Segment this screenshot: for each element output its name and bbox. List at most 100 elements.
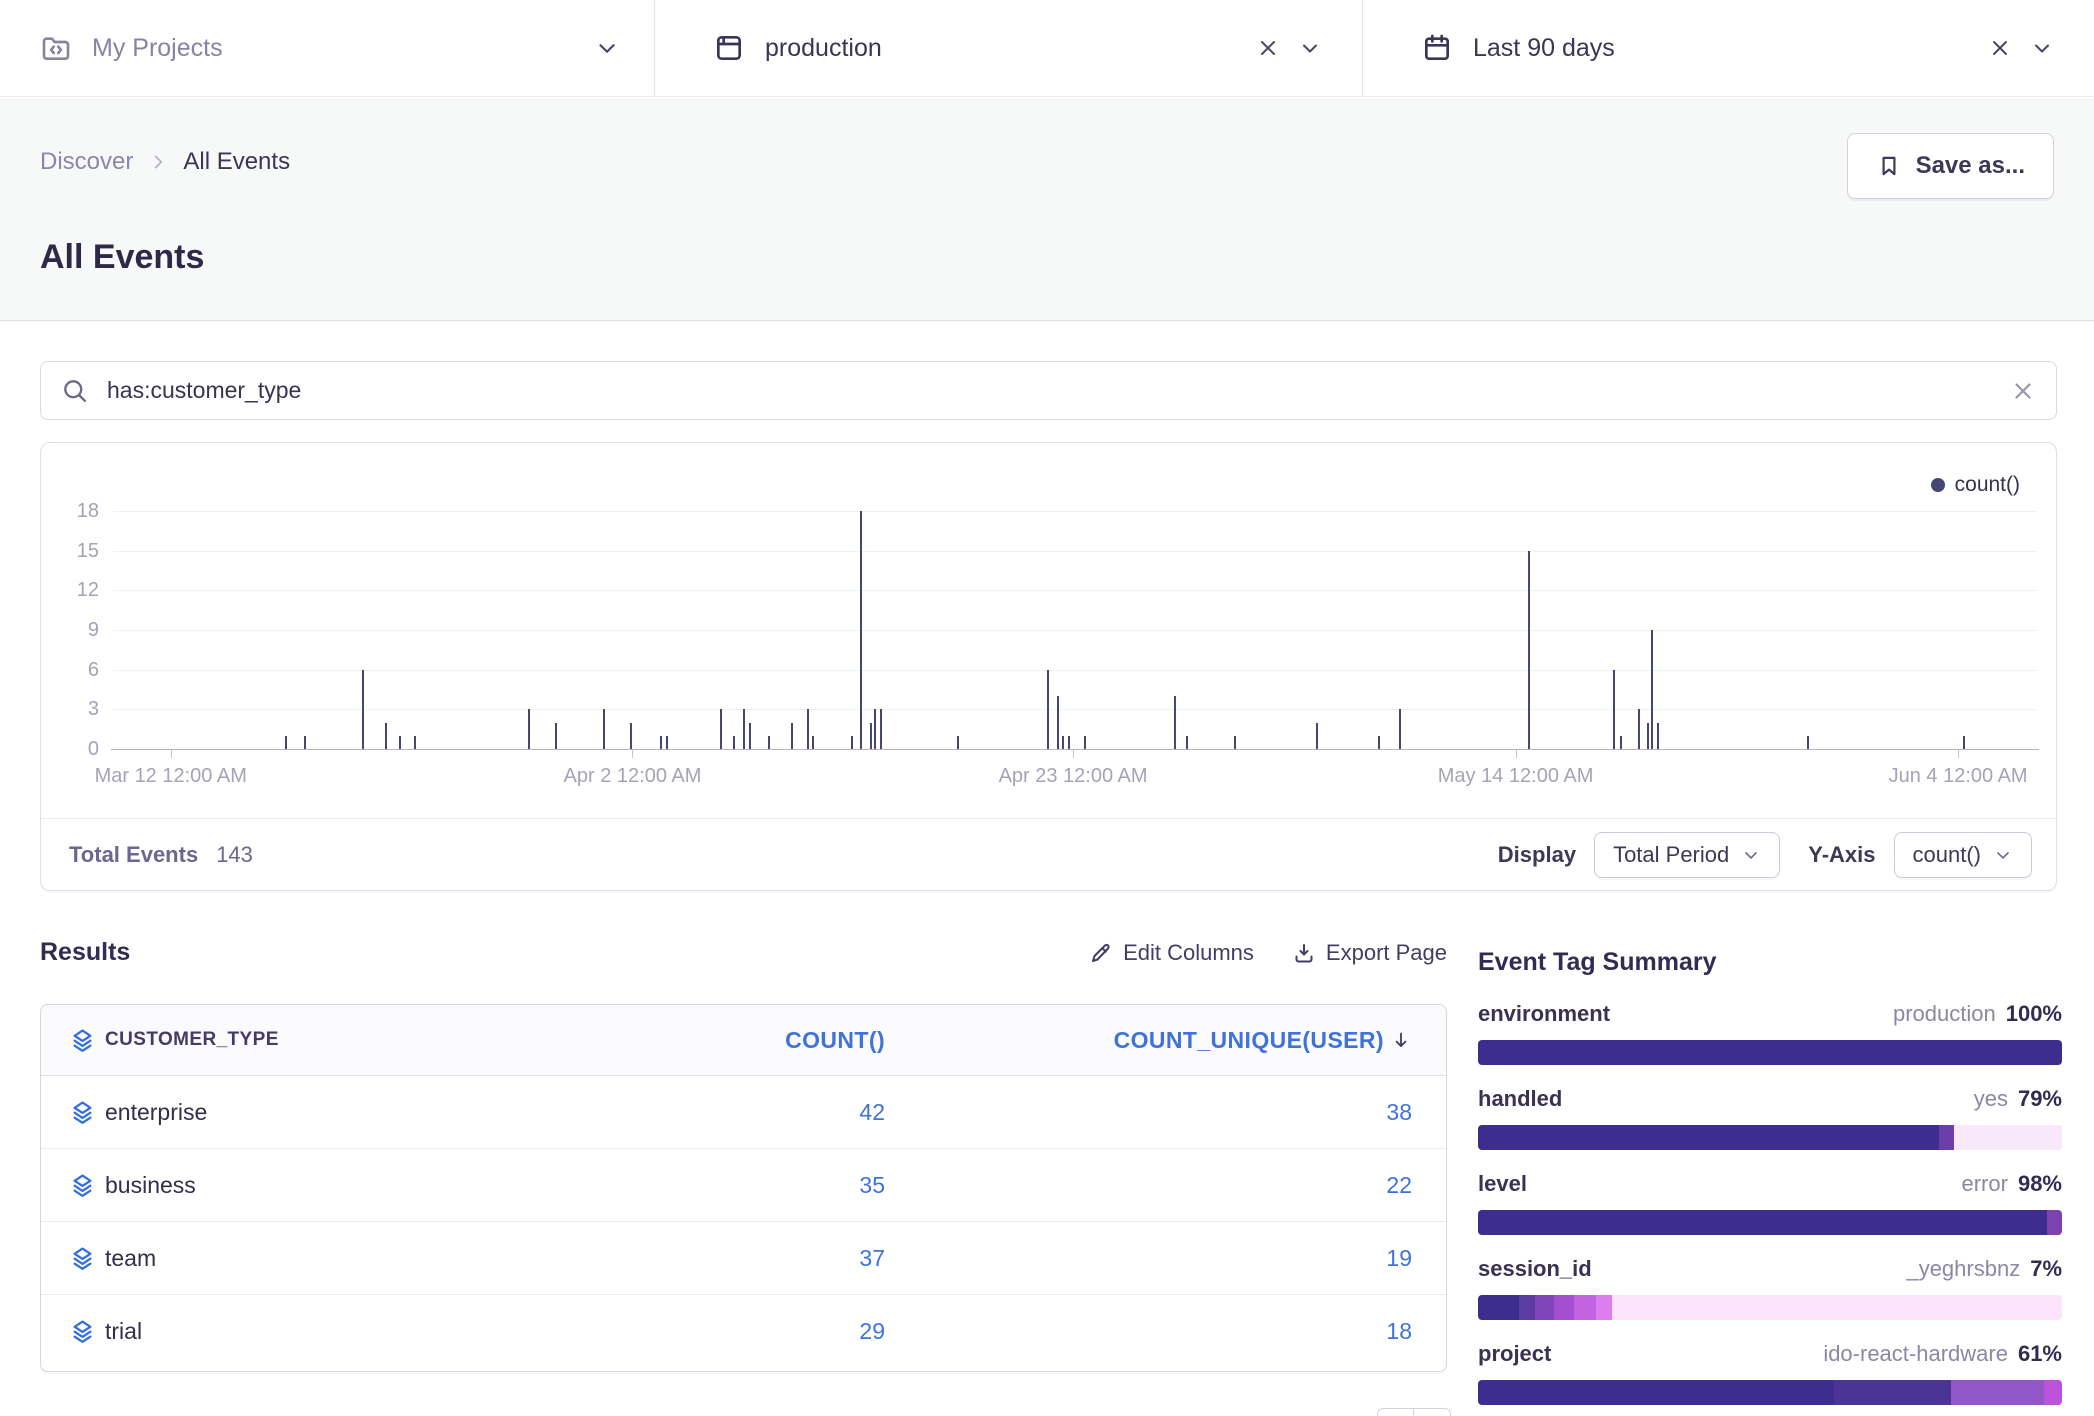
chart-bar[interactable] <box>666 736 668 749</box>
chart-bar[interactable] <box>660 736 662 749</box>
chart-bar[interactable] <box>1378 736 1380 749</box>
y-axis-dropdown[interactable]: count() <box>1894 832 2032 878</box>
tag-distribution-bar[interactable] <box>1478 1380 2062 1405</box>
environment-chevron-down-icon[interactable] <box>1298 36 1322 60</box>
chart-bar[interactable] <box>1399 709 1401 749</box>
x-axis-tick-label: Jun 4 12:00 AM <box>1838 765 2078 788</box>
chart-bar[interactable] <box>720 709 722 749</box>
count-unique-cell[interactable]: 38 <box>885 1099 1412 1126</box>
tag-distribution-bar[interactable] <box>1478 1125 2062 1150</box>
chart-bar[interactable] <box>1638 709 1640 749</box>
chart-bar[interactable] <box>399 736 401 749</box>
chart-bar[interactable] <box>860 511 862 749</box>
display-dropdown[interactable]: Total Period <box>1594 832 1780 878</box>
column-header-customer-type[interactable]: CUSTOMER_TYPE <box>105 1029 585 1051</box>
chart-bar[interactable] <box>362 670 364 749</box>
table-row[interactable]: trial2918 <box>41 1295 1446 1368</box>
total-events-value: 143 <box>216 842 253 868</box>
breadcrumb-discover-link[interactable]: Discover <box>40 148 133 176</box>
chart-bar[interactable] <box>880 709 882 749</box>
chart-bar[interactable] <box>414 736 416 749</box>
search-clear-icon[interactable] <box>2010 378 2036 404</box>
tag-distribution-bar[interactable] <box>1478 1040 2062 1065</box>
chart-bar[interactable] <box>749 723 751 749</box>
chart-bar[interactable] <box>528 709 530 749</box>
table-row[interactable]: team3719 <box>41 1222 1446 1295</box>
chart-bar[interactable] <box>603 709 605 749</box>
sort-descending-icon <box>1390 1029 1412 1051</box>
chart-bar[interactable] <box>555 723 557 749</box>
count-unique-cell[interactable]: 22 <box>885 1172 1412 1199</box>
table-row[interactable]: business3522 <box>41 1149 1446 1222</box>
chart-bar[interactable] <box>1174 696 1176 749</box>
previous-page-button[interactable] <box>1377 1408 1414 1416</box>
export-page-button[interactable]: Export Page <box>1292 940 1447 966</box>
table-row[interactable]: enterprise4238 <box>41 1076 1446 1149</box>
environment-clear-icon[interactable] <box>1256 36 1280 60</box>
chart-bar[interactable] <box>1657 723 1659 749</box>
date-range-selector[interactable]: Last 90 days <box>1363 0 2094 96</box>
chart-bar[interactable] <box>385 723 387 749</box>
tag-bar-segment <box>1478 1295 1519 1320</box>
next-page-button[interactable] <box>1414 1408 1451 1416</box>
project-chevron-down-icon[interactable] <box>594 35 620 61</box>
tag-name: level <box>1478 1171 1527 1197</box>
chart-bar[interactable] <box>791 723 793 749</box>
chart-bar[interactable] <box>630 723 632 749</box>
chart-bar[interactable] <box>285 736 287 749</box>
save-as-button[interactable]: Save as... <box>1847 133 2054 199</box>
tag-name: session_id <box>1478 1256 1592 1282</box>
count-cell[interactable]: 42 <box>585 1099 885 1126</box>
chart-bar[interactable] <box>1234 736 1236 749</box>
tag-bar-segment <box>1554 1295 1573 1320</box>
count-cell[interactable]: 35 <box>585 1172 885 1199</box>
customer-type-cell: team <box>105 1245 585 1272</box>
chart-bar[interactable] <box>1047 670 1049 749</box>
chart-bar[interactable] <box>1528 551 1530 749</box>
edit-columns-button[interactable]: Edit Columns <box>1089 940 1254 966</box>
chart-bar[interactable] <box>874 709 876 749</box>
chart-bar[interactable] <box>1647 723 1649 749</box>
chart-bar[interactable] <box>1963 736 1965 749</box>
date-chevron-down-icon[interactable] <box>2030 36 2054 60</box>
chart-bar[interactable] <box>1062 736 1064 749</box>
y-axis-tick-label: 0 <box>49 738 99 760</box>
chart-bar[interactable] <box>304 736 306 749</box>
tag-distribution-bar[interactable] <box>1478 1295 2062 1320</box>
date-clear-icon[interactable] <box>1988 36 2012 60</box>
chart-bar[interactable] <box>812 736 814 749</box>
tag-top-value: _yeghrsbnz <box>1906 1256 2020 1282</box>
chart-bar[interactable] <box>743 709 745 749</box>
count-unique-cell[interactable]: 18 <box>885 1318 1412 1345</box>
count-cell[interactable]: 29 <box>585 1318 885 1345</box>
environment-selector[interactable]: production <box>654 0 1363 96</box>
chart-bar[interactable] <box>1620 736 1622 749</box>
page-title: All Events <box>40 238 204 277</box>
chart-bar[interactable] <box>957 736 959 749</box>
save-as-label: Save as... <box>1916 152 2025 180</box>
chart-bar[interactable] <box>1068 736 1070 749</box>
search-icon <box>61 377 89 405</box>
search-input[interactable] <box>105 376 2010 405</box>
top-bar: My Projects production <box>0 0 2094 97</box>
count-cell[interactable]: 37 <box>585 1245 885 1272</box>
column-header-count-unique[interactable]: COUNT_UNIQUE(USER) <box>885 1027 1412 1054</box>
chart-bar[interactable] <box>1651 630 1653 749</box>
chart-bar[interactable] <box>1316 723 1318 749</box>
chart-bar[interactable] <box>1084 736 1086 749</box>
tag-distribution-bar[interactable] <box>1478 1210 2062 1235</box>
chart-bar[interactable] <box>807 709 809 749</box>
chart-bar[interactable] <box>1186 736 1188 749</box>
chart-bar[interactable] <box>768 736 770 749</box>
chart-bar[interactable] <box>870 723 872 749</box>
chart-bar[interactable] <box>851 736 853 749</box>
stack-icon <box>41 1318 105 1345</box>
chart-bar[interactable] <box>1613 670 1615 749</box>
project-selector[interactable]: My Projects <box>0 0 654 96</box>
breadcrumb: Discover All Events <box>40 148 290 176</box>
count-unique-cell[interactable]: 19 <box>885 1245 1412 1272</box>
chart-bar[interactable] <box>1057 696 1059 749</box>
chart-bar[interactable] <box>1807 736 1809 749</box>
chart-bar[interactable] <box>733 736 735 749</box>
column-header-count[interactable]: COUNT() <box>585 1027 885 1054</box>
